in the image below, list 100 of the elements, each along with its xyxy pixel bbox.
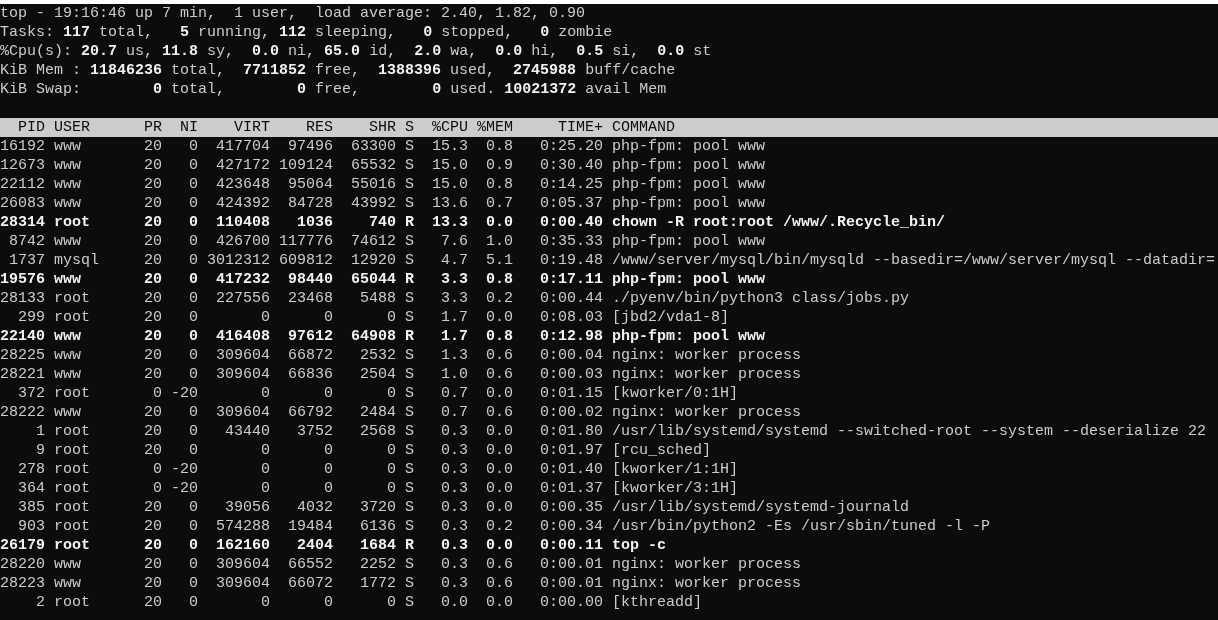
table-cell: 227556 (216, 289, 270, 308)
table-cell: R (405, 213, 414, 232)
table-cell: 740 (369, 213, 396, 232)
table-cell: 2504 (360, 365, 396, 384)
table-cell: 0:00.03 (540, 365, 603, 384)
table-cell: 0.8 (486, 327, 513, 346)
table-cell: 1737 (9, 251, 45, 270)
column-header: USER (54, 118, 90, 137)
table-cell: 162160 (216, 536, 270, 555)
table-cell: 2568 (360, 422, 396, 441)
table-cell: /usr/lib/systemd/systemd-journald (612, 498, 910, 517)
table-cell: 0.7 (441, 403, 468, 422)
table-cell: 0:00.35 (540, 498, 603, 517)
table-cell: S (405, 403, 414, 422)
table-cell: 0.8 (486, 175, 513, 194)
table-cell: 22140 (0, 327, 45, 346)
table-cell: 20 (144, 365, 162, 384)
table-cell: 63300 (351, 137, 396, 156)
table-cell: 0 (189, 156, 198, 175)
table-cell: 0 (261, 479, 270, 498)
table-cell: 427172 (216, 156, 270, 175)
table-cell: S (405, 137, 414, 156)
table-cell: 0 (189, 536, 198, 555)
table-cell: 55016 (351, 175, 396, 194)
table-cell: [kworker/1:1H] (612, 460, 739, 479)
table-cell: 0:00.11 (540, 536, 603, 555)
table-cell: 0:08.03 (540, 308, 603, 327)
table-cell: 609812 (279, 251, 333, 270)
table-cell: 423648 (216, 175, 270, 194)
table-cell: 2484 (360, 403, 396, 422)
table-cell: 0:01.97 (540, 441, 603, 460)
table-cell: 23468 (288, 289, 333, 308)
table-cell: 65044 (351, 270, 396, 289)
table-cell: [rcu_sched] (612, 441, 712, 460)
table-cell: www (54, 194, 81, 213)
table-cell: 15.0 (432, 175, 468, 194)
table-cell: S (405, 289, 414, 308)
table-cell: 0:01.37 (540, 479, 603, 498)
table-cell: S (405, 498, 414, 517)
table-cell: 28133 (0, 289, 45, 308)
table-cell: S (405, 479, 414, 498)
table-cell: 20 (144, 422, 162, 441)
table-cell: php-fpm: pool www (612, 232, 766, 251)
table-cell: 0:05.37 (540, 194, 603, 213)
table-cell: 0:00.44 (540, 289, 603, 308)
table-cell: 426700 (216, 232, 270, 251)
table-cell: 0.3 (441, 422, 468, 441)
table-cell: 2532 (360, 346, 396, 365)
table-cell: 0 (261, 441, 270, 460)
table-cell: 1.0 (486, 232, 513, 251)
table-cell: 20 (144, 403, 162, 422)
table-cell: 74612 (351, 232, 396, 251)
table-cell: 39056 (225, 498, 270, 517)
table-cell: 0 (189, 327, 198, 346)
table-cell: 0 (189, 441, 198, 460)
column-header: NI (180, 118, 198, 137)
table-cell: 0:01.40 (540, 460, 603, 479)
table-cell: 0 (387, 308, 396, 327)
table-cell: R (405, 270, 414, 289)
table-cell: 20 (144, 175, 162, 194)
table-cell: 0 (387, 593, 396, 612)
table-cell: R (405, 536, 414, 555)
table-cell: S (405, 574, 414, 593)
table-cell: 0.0 (486, 308, 513, 327)
table-cell: 109124 (279, 156, 333, 175)
table-cell: S (405, 175, 414, 194)
table-cell: 416408 (216, 327, 270, 346)
table-cell: 0.2 (486, 517, 513, 536)
table-cell: nginx: worker process (612, 555, 802, 574)
table-cell: 1.7 (441, 327, 468, 346)
table-cell: 0:00.40 (540, 213, 603, 232)
table-cell: 4.7 (441, 251, 468, 270)
table-cell: S (405, 422, 414, 441)
table-cell: S (405, 365, 414, 384)
table-cell: www (54, 327, 81, 346)
table-cell: 309604 (216, 555, 270, 574)
table-cell: 0:12.98 (540, 327, 603, 346)
summary-line: %Cpu(s): 20.7 us, 11.8 sy, 0.0 ni, 65.0 id, 2.0 wa, 0.0 hi, 0.5 si, 0.0 st (0, 42, 712, 61)
table-cell: 0 (189, 213, 198, 232)
table-cell: 0:00.04 (540, 346, 603, 365)
table-cell: 0.0 (486, 213, 513, 232)
table-cell: root (54, 422, 90, 441)
table-cell: 0 (387, 460, 396, 479)
table-cell: 0.3 (441, 479, 468, 498)
table-cell: ./pyenv/bin/python3 class/jobs.py (612, 289, 910, 308)
table-cell: S (405, 346, 414, 365)
table-cell: 3.3 (441, 289, 468, 308)
table-cell: 0.8 (486, 137, 513, 156)
table-cell: /usr/bin/python2 -Es /usr/sbin/tuned -l -P (612, 517, 991, 536)
table-cell: 20 (144, 308, 162, 327)
table-cell: 0 (387, 479, 396, 498)
table-cell: 20 (144, 327, 162, 346)
column-header: TIME+ (558, 118, 603, 137)
table-cell: /www/server/mysql/bin/mysqld --basedir=/www/server/mysql --datadir= (612, 251, 1216, 270)
table-cell: 28221 (0, 365, 45, 384)
table-cell: root (54, 498, 90, 517)
table-cell: 6136 (360, 517, 396, 536)
table-cell: 0 (189, 555, 198, 574)
table-cell: 66792 (288, 403, 333, 422)
table-cell: 0.0 (486, 460, 513, 479)
